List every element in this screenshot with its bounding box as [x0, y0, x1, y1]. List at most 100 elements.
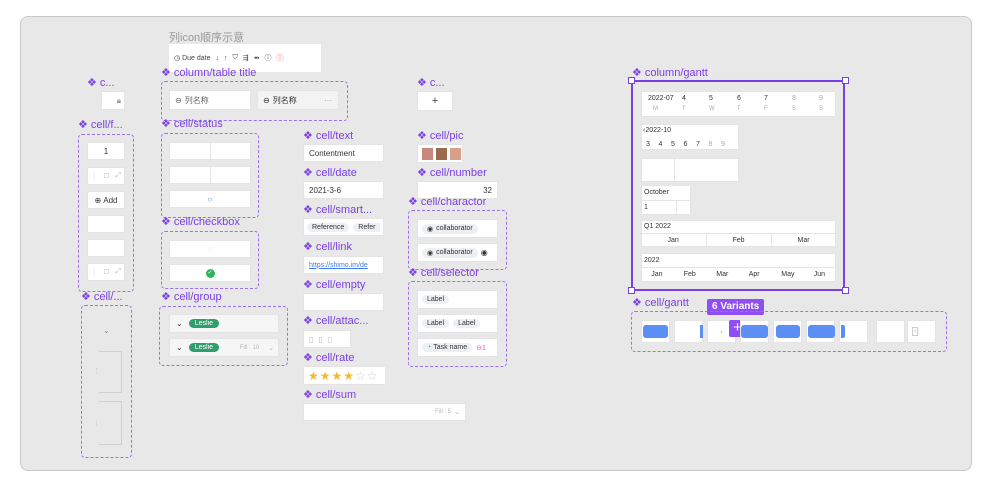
task-pill[interactable]: ◔ Task name: [422, 343, 473, 352]
gantt-bar[interactable]: [643, 325, 668, 338]
design-canvas[interactable]: 列icon顺序示意 ◷ Due date ↓ ↑ ⛉ ⇶ ⇴ ⓘ ⓘ ❖ c...…: [20, 16, 972, 471]
image-thumbnail[interactable]: [436, 147, 447, 160]
expand-icon[interactable]: ⤢: [116, 268, 122, 276]
row-controls-cell-2[interactable]: ⋮ ☐ ⤢: [87, 263, 125, 281]
date-cell[interactable]: 2021-3-6: [303, 181, 384, 199]
chevron-down-icon[interactable]: ⌄: [268, 344, 274, 352]
rate-cell[interactable]: ★ ★ ★ ★ ☆ ☆: [303, 366, 386, 385]
file-icon[interactable]: ▯: [328, 335, 332, 344]
label-pill[interactable]: Label: [422, 319, 450, 328]
expand-icon[interactable]: ⤢: [116, 172, 122, 180]
chevron-left-icon[interactable]: ‹: [720, 327, 723, 336]
label-cell-charactor: ❖ cell/charactor: [408, 196, 487, 208]
file-icon[interactable]: ▯: [309, 335, 313, 344]
link-cell[interactable]: https://shimo.im/de: [303, 256, 384, 274]
label-c-top2: ❖ c...: [417, 77, 445, 89]
image-thumbnail[interactable]: [450, 147, 461, 160]
status-icon: ⊖: [175, 95, 182, 105]
collaborator-cell-2[interactable]: ◉ collaborator ◉: [417, 243, 498, 262]
drag-handle-icon[interactable]: ⋮: [93, 367, 100, 375]
text-cell[interactable]: Contentment: [303, 144, 384, 162]
checkbox-icon[interactable]: ☐: [104, 268, 110, 276]
group-chip: Leslie: [188, 319, 219, 328]
gantt-weekday: T: [737, 106, 741, 112]
selector-cell-3[interactable]: ◔ Task name ⊖1: [417, 338, 498, 357]
plus-icon[interactable]: +: [432, 95, 438, 107]
collaborator-cell-1[interactable]: ◉ collaborator: [417, 219, 498, 238]
chevron-down-icon[interactable]: ⌄: [176, 343, 183, 352]
selector-cell-1[interactable]: Label: [417, 290, 498, 309]
smart-cell[interactable]: Reference Refer: [303, 218, 384, 236]
star-empty-icon[interactable]: ☆: [367, 369, 378, 383]
resize-handle-bl[interactable]: [628, 287, 635, 294]
attachment-cell[interactable]: ▯ ▯ ▯: [303, 330, 351, 348]
empty-cell[interactable]: [303, 293, 384, 311]
gantt-bar[interactable]: [808, 325, 835, 338]
picture-cell[interactable]: [417, 144, 463, 163]
gantt-bar[interactable]: [741, 325, 768, 338]
gantt-month-label-2: ‹2022-10: [643, 127, 672, 134]
row-controls-cell[interactable]: ⋮ ☐ ⤢: [87, 167, 125, 185]
hide-icon[interactable]: ⇴: [254, 54, 260, 62]
chevron-down-icon[interactable]: ⌄: [176, 319, 183, 328]
drag-icon[interactable]: ⋮: [91, 172, 98, 180]
column-title-cell-2[interactable]: ⊖ 列名称 ···: [257, 90, 339, 110]
group-icon[interactable]: ⇶: [243, 54, 249, 62]
component-icon: ❖: [303, 315, 313, 327]
column-title-cell-1[interactable]: ⊖ 列名称: [169, 90, 251, 110]
selector-cell-2[interactable]: Label Label: [417, 314, 498, 333]
star-filled-icon[interactable]: ★: [332, 369, 343, 383]
link-text[interactable]: https://shimo.im/de: [309, 262, 368, 269]
clock-icon: ◷: [174, 55, 181, 62]
label-pill[interactable]: Label: [422, 295, 450, 304]
reference-pill[interactable]: Reference: [307, 222, 350, 232]
drag-icon[interactable]: ⋮: [91, 268, 98, 276]
empty-cell-1: [87, 215, 125, 233]
gantt-cell-8[interactable]: [876, 320, 905, 343]
drag-handle-icon[interactable]: ⋮: [93, 419, 100, 427]
file-icon[interactable]: ▯: [318, 335, 322, 344]
status-cell-2[interactable]: [169, 166, 251, 184]
sort-down-icon[interactable]: ↓: [216, 55, 220, 62]
unchecked-circle-icon[interactable]: ◌: [208, 245, 213, 254]
collaborator-pill[interactable]: ◉ collaborator: [422, 223, 478, 234]
more-icon[interactable]: ···: [324, 96, 332, 105]
star-filled-icon[interactable]: ★: [308, 369, 319, 383]
chevron-down-icon[interactable]: ⌄: [454, 408, 460, 416]
status-cell-1[interactable]: [169, 142, 251, 160]
checkbox-cell-unchecked[interactable]: ◌: [169, 240, 251, 258]
checked-circle-icon[interactable]: ✓: [205, 268, 215, 278]
warning-icon[interactable]: ⓘ: [277, 53, 284, 63]
status-cell-3[interactable]: ○: [169, 190, 251, 208]
filter-icon[interactable]: ⛉: [233, 54, 238, 62]
star-filled-icon[interactable]: ★: [343, 369, 354, 383]
star-empty-icon[interactable]: ☆: [355, 369, 366, 383]
gantt-bar[interactable]: [841, 325, 845, 338]
gantt-cell-2[interactable]: [674, 320, 703, 343]
gantt-bar[interactable]: [700, 325, 703, 338]
lock-cell[interactable]: 🔒︎: [101, 91, 125, 110]
star-filled-icon[interactable]: ★: [320, 369, 331, 383]
sort-up-icon[interactable]: ↑: [224, 55, 228, 62]
resize-handle-tr[interactable]: [842, 77, 849, 84]
group-row-2[interactable]: ⌄ Leslie Fill : 10 ⌄: [169, 338, 279, 357]
checkbox-icon[interactable]: ☐: [104, 172, 110, 180]
sum-cell[interactable]: Fill : 5 ⌄: [303, 403, 466, 421]
add-column-cell[interactable]: +: [417, 91, 453, 111]
checkbox-cell-checked[interactable]: ✓: [169, 264, 251, 282]
resize-handle-tl[interactable]: [628, 77, 635, 84]
resize-handle-br[interactable]: [842, 287, 849, 294]
add-row-cell[interactable]: ⊕ Add: [87, 191, 125, 209]
label-pill-2[interactable]: Label: [453, 319, 481, 328]
image-thumbnail[interactable]: [422, 147, 433, 160]
reference-pill-2[interactable]: Refer: [353, 222, 381, 232]
chevron-down-icon[interactable]: ⌄: [103, 326, 110, 335]
gantt-bar[interactable]: [776, 325, 800, 338]
group-row-1[interactable]: ⌄ Leslie: [169, 314, 279, 333]
scroll-left-icon[interactable]: ‹: [912, 327, 919, 336]
collaborator-pill[interactable]: ◉ collaborator: [422, 247, 478, 258]
gantt-cell-9[interactable]: ‹: [907, 320, 936, 343]
info-icon[interactable]: ⓘ: [265, 53, 272, 63]
radio-icon[interactable]: ○: [208, 195, 213, 204]
component-icon: ❖: [303, 352, 313, 364]
